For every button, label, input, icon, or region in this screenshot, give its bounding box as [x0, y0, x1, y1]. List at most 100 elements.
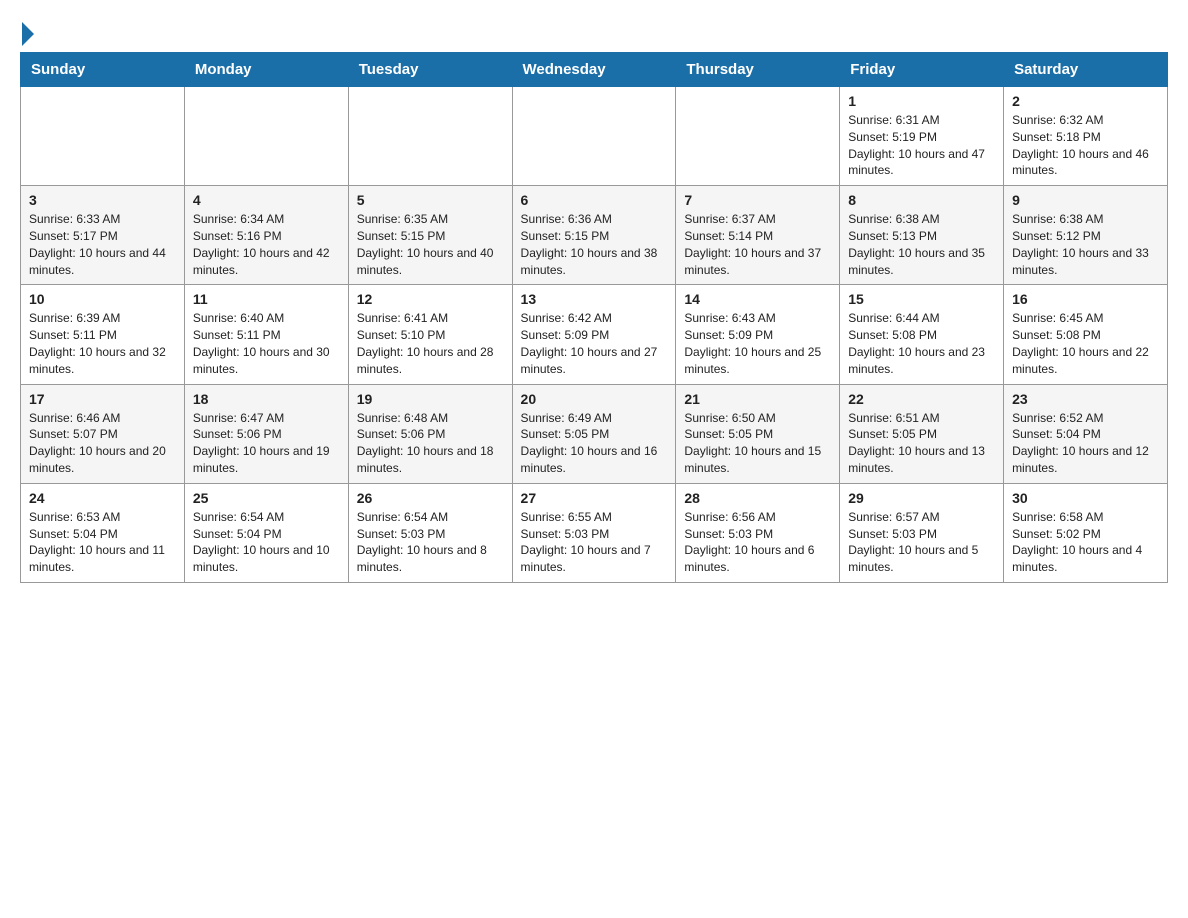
weekday-header-row: SundayMondayTuesdayWednesdayThursdayFrid… — [21, 53, 1168, 87]
day-info: Sunrise: 6:31 AM Sunset: 5:19 PM Dayligh… — [848, 112, 995, 179]
day-info: Sunrise: 6:58 AM Sunset: 5:02 PM Dayligh… — [1012, 509, 1159, 576]
calendar-cell — [21, 87, 185, 186]
calendar-week-row: 1 Sunrise: 6:31 AM Sunset: 5:19 PM Daylig… — [21, 87, 1168, 186]
weekday-header-friday: Friday — [840, 53, 1004, 87]
day-info: Sunrise: 6:37 AM Sunset: 5:14 PM Dayligh… — [684, 211, 831, 278]
calendar-cell — [348, 87, 512, 186]
day-number: 30 — [1012, 490, 1159, 506]
day-number: 24 — [29, 490, 176, 506]
day-info: Sunrise: 6:54 AM Sunset: 5:03 PM Dayligh… — [357, 509, 504, 576]
calendar-cell: 24 Sunrise: 6:53 AM Sunset: 5:04 PM Dayli… — [21, 483, 185, 582]
day-info: Sunrise: 6:53 AM Sunset: 5:04 PM Dayligh… — [29, 509, 176, 576]
weekday-header-monday: Monday — [184, 53, 348, 87]
day-number: 18 — [193, 391, 340, 407]
calendar-cell: 7 Sunrise: 6:37 AM Sunset: 5:14 PM Daylig… — [676, 186, 840, 285]
calendar-cell: 28 Sunrise: 6:56 AM Sunset: 5:03 PM Dayli… — [676, 483, 840, 582]
calendar-week-row: 3 Sunrise: 6:33 AM Sunset: 5:17 PM Daylig… — [21, 186, 1168, 285]
day-number: 28 — [684, 490, 831, 506]
calendar-week-row: 24 Sunrise: 6:53 AM Sunset: 5:04 PM Dayli… — [21, 483, 1168, 582]
day-number: 29 — [848, 490, 995, 506]
day-info: Sunrise: 6:39 AM Sunset: 5:11 PM Dayligh… — [29, 310, 176, 377]
calendar-cell: 22Sunrise: 6:51 AM Sunset: 5:05 PM Dayli… — [840, 384, 1004, 483]
day-info: Sunrise: 6:52 AM Sunset: 5:04 PM Dayligh… — [1012, 410, 1159, 477]
calendar-cell: 13 Sunrise: 6:42 AM Sunset: 5:09 PM Dayli… — [512, 285, 676, 384]
day-number: 9 — [1012, 192, 1159, 208]
day-number: 27 — [521, 490, 668, 506]
calendar-cell: 4 Sunrise: 6:34 AM Sunset: 5:16 PM Daylig… — [184, 186, 348, 285]
day-info: Sunrise: 6:48 AM Sunset: 5:06 PM Dayligh… — [357, 410, 504, 477]
calendar-cell: 6 Sunrise: 6:36 AM Sunset: 5:15 PM Daylig… — [512, 186, 676, 285]
calendar-cell: 20 Sunrise: 6:49 AM Sunset: 5:05 PM Dayli… — [512, 384, 676, 483]
day-info: Sunrise: 6:36 AM Sunset: 5:15 PM Dayligh… — [521, 211, 668, 278]
day-number: 5 — [357, 192, 504, 208]
weekday-header-saturday: Saturday — [1004, 53, 1168, 87]
calendar-cell: 9 Sunrise: 6:38 AM Sunset: 5:12 PM Daylig… — [1004, 186, 1168, 285]
day-number: 23 — [1012, 391, 1159, 407]
day-info: Sunrise: 6:40 AM Sunset: 5:11 PM Dayligh… — [193, 310, 340, 377]
day-number: 4 — [193, 192, 340, 208]
day-number: 1 — [848, 93, 995, 109]
day-number: 8 — [848, 192, 995, 208]
day-info: Sunrise: 6:51 AM Sunset: 5:05 PM Dayligh… — [848, 410, 995, 477]
calendar-cell: 8 Sunrise: 6:38 AM Sunset: 5:13 PM Daylig… — [840, 186, 1004, 285]
calendar-cell: 17 Sunrise: 6:46 AM Sunset: 5:07 PM Dayli… — [21, 384, 185, 483]
day-number: 17 — [29, 391, 176, 407]
day-info: Sunrise: 6:38 AM Sunset: 5:13 PM Dayligh… — [848, 211, 995, 278]
day-number: 11 — [193, 291, 340, 307]
day-number: 12 — [357, 291, 504, 307]
day-number: 10 — [29, 291, 176, 307]
day-number: 13 — [521, 291, 668, 307]
calendar-cell: 11 Sunrise: 6:40 AM Sunset: 5:11 PM Dayli… — [184, 285, 348, 384]
day-info: Sunrise: 6:50 AM Sunset: 5:05 PM Dayligh… — [684, 410, 831, 477]
calendar-cell: 30 Sunrise: 6:58 AM Sunset: 5:02 PM Dayli… — [1004, 483, 1168, 582]
day-info: Sunrise: 6:35 AM Sunset: 5:15 PM Dayligh… — [357, 211, 504, 278]
day-info: Sunrise: 6:41 AM Sunset: 5:10 PM Dayligh… — [357, 310, 504, 377]
day-number: 2 — [1012, 93, 1159, 109]
calendar-cell — [676, 87, 840, 186]
day-info: Sunrise: 6:46 AM Sunset: 5:07 PM Dayligh… — [29, 410, 176, 477]
calendar-cell: 19Sunrise: 6:48 AM Sunset: 5:06 PM Dayli… — [348, 384, 512, 483]
day-info: Sunrise: 6:34 AM Sunset: 5:16 PM Dayligh… — [193, 211, 340, 278]
day-number: 15 — [848, 291, 995, 307]
day-info: Sunrise: 6:42 AM Sunset: 5:09 PM Dayligh… — [521, 310, 668, 377]
calendar-cell: 12 Sunrise: 6:41 AM Sunset: 5:10 PM Dayli… — [348, 285, 512, 384]
calendar-cell: 1 Sunrise: 6:31 AM Sunset: 5:19 PM Daylig… — [840, 87, 1004, 186]
calendar-cell: 25Sunrise: 6:54 AM Sunset: 5:04 PM Dayli… — [184, 483, 348, 582]
day-info: Sunrise: 6:33 AM Sunset: 5:17 PM Dayligh… — [29, 211, 176, 278]
day-number: 20 — [521, 391, 668, 407]
day-number: 3 — [29, 192, 176, 208]
weekday-header-tuesday: Tuesday — [348, 53, 512, 87]
calendar-cell: 21 Sunrise: 6:50 AM Sunset: 5:05 PM Dayli… — [676, 384, 840, 483]
calendar-cell: 23 Sunrise: 6:52 AM Sunset: 5:04 PM Dayli… — [1004, 384, 1168, 483]
calendar-cell: 18 Sunrise: 6:47 AM Sunset: 5:06 PM Dayli… — [184, 384, 348, 483]
calendar-cell — [184, 87, 348, 186]
day-number: 21 — [684, 391, 831, 407]
calendar-table: SundayMondayTuesdayWednesdayThursdayFrid… — [20, 52, 1168, 583]
day-info: Sunrise: 6:43 AM Sunset: 5:09 PM Dayligh… — [684, 310, 831, 377]
calendar-cell: 26Sunrise: 6:54 AM Sunset: 5:03 PM Dayli… — [348, 483, 512, 582]
calendar-cell: 29 Sunrise: 6:57 AM Sunset: 5:03 PM Dayli… — [840, 483, 1004, 582]
day-number: 7 — [684, 192, 831, 208]
day-info: Sunrise: 6:49 AM Sunset: 5:05 PM Dayligh… — [521, 410, 668, 477]
calendar-cell: 10 Sunrise: 6:39 AM Sunset: 5:11 PM Dayli… — [21, 285, 185, 384]
weekday-header-sunday: Sunday — [21, 53, 185, 87]
calendar-week-row: 10 Sunrise: 6:39 AM Sunset: 5:11 PM Dayli… — [21, 285, 1168, 384]
calendar-week-row: 17 Sunrise: 6:46 AM Sunset: 5:07 PM Dayli… — [21, 384, 1168, 483]
day-number: 6 — [521, 192, 668, 208]
weekday-header-thursday: Thursday — [676, 53, 840, 87]
day-info: Sunrise: 6:56 AM Sunset: 5:03 PM Dayligh… — [684, 509, 831, 576]
calendar-cell: 14Sunrise: 6:43 AM Sunset: 5:09 PM Dayli… — [676, 285, 840, 384]
day-number: 16 — [1012, 291, 1159, 307]
day-info: Sunrise: 6:44 AM Sunset: 5:08 PM Dayligh… — [848, 310, 995, 377]
day-info: Sunrise: 6:55 AM Sunset: 5:03 PM Dayligh… — [521, 509, 668, 576]
calendar-cell: 2 Sunrise: 6:32 AM Sunset: 5:18 PM Daylig… — [1004, 87, 1168, 186]
day-info: Sunrise: 6:57 AM Sunset: 5:03 PM Dayligh… — [848, 509, 995, 576]
weekday-header-wednesday: Wednesday — [512, 53, 676, 87]
calendar-cell: 3 Sunrise: 6:33 AM Sunset: 5:17 PM Daylig… — [21, 186, 185, 285]
day-number: 25 — [193, 490, 340, 506]
calendar-cell: 16Sunrise: 6:45 AM Sunset: 5:08 PM Dayli… — [1004, 285, 1168, 384]
day-info: Sunrise: 6:47 AM Sunset: 5:06 PM Dayligh… — [193, 410, 340, 477]
day-info: Sunrise: 6:32 AM Sunset: 5:18 PM Dayligh… — [1012, 112, 1159, 179]
logo-arrow-icon — [22, 22, 34, 46]
day-info: Sunrise: 6:38 AM Sunset: 5:12 PM Dayligh… — [1012, 211, 1159, 278]
